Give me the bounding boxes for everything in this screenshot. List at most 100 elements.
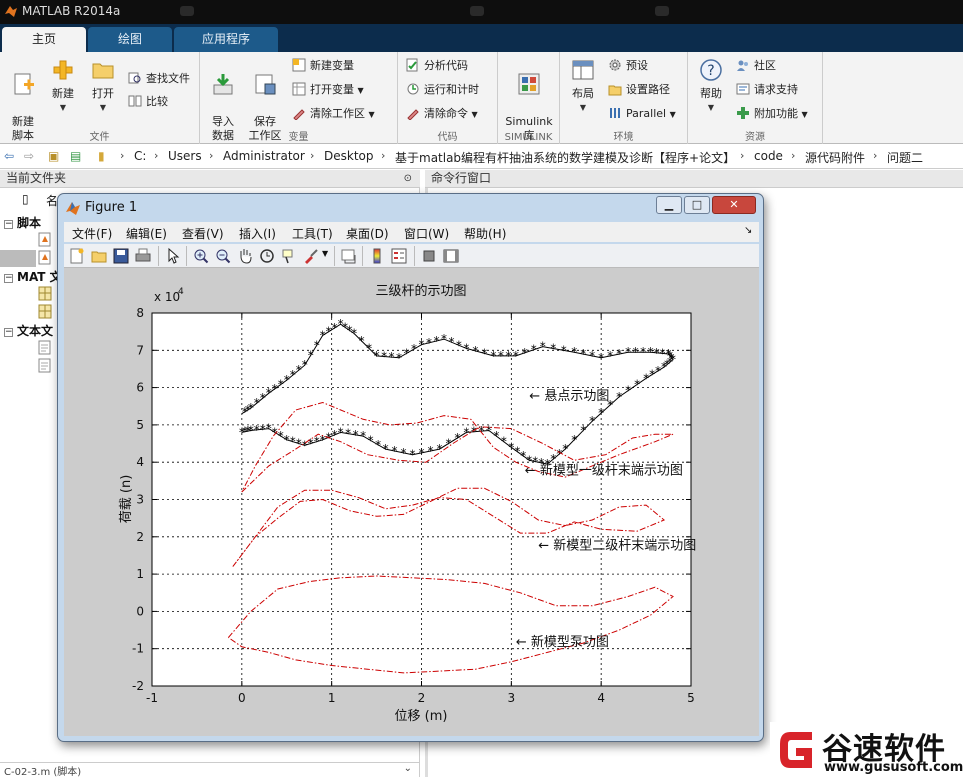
path-separator: › (791, 149, 796, 162)
script-file-icon[interactable] (38, 232, 52, 247)
text-file-icon[interactable] (38, 358, 52, 373)
path-segment-project[interactable]: 基于matlab编程有杆抽油系统的数学建模及诊断【程序+论文】 (395, 149, 735, 166)
collapse-icon[interactable]: − (4, 220, 13, 229)
collapse-icon[interactable]: − (4, 274, 13, 283)
preferences-button[interactable]: 预设 (608, 57, 648, 75)
menu-help[interactable]: 帮助(H) (464, 225, 506, 242)
ribbon-group-code: 分析代码 运行和计时 清除命令 ▼ 代码 (398, 52, 498, 144)
mat-file-icon[interactable] (38, 286, 52, 301)
find-files-button[interactable]: 查找文件 (128, 70, 190, 88)
menu-window[interactable]: 窗口(W) (404, 225, 449, 242)
menu-desktop[interactable]: 桌面(D) (346, 225, 389, 242)
star-marker: * (426, 336, 432, 350)
clear-commands-button[interactable]: 清除命令 ▼ (406, 105, 478, 123)
run-and-time-button[interactable]: 运行和计时 (406, 81, 479, 99)
help-button[interactable]: ? 帮助 ▼ (690, 57, 732, 115)
star-marker: * (374, 349, 380, 363)
script-file-icon[interactable] (38, 250, 52, 265)
path-segment-attachments[interactable]: 源代码附件 (805, 149, 865, 166)
path-segment-code[interactable]: code (754, 149, 783, 163)
legend-icon[interactable] (390, 247, 408, 265)
chevron-down-icon[interactable]: ▼ (322, 249, 328, 258)
chevron-down-icon[interactable]: ⌄ (404, 763, 412, 774)
back-arrow-icon[interactable]: ⇦ (4, 149, 14, 163)
set-path-button[interactable]: 设置路径 (608, 81, 670, 99)
star-marker: * (505, 349, 511, 363)
path-segment-administrator[interactable]: Administrator (223, 149, 305, 163)
star-marker: * (338, 317, 344, 331)
menu-insert[interactable]: 插入(I) (239, 225, 276, 242)
minimize-button[interactable]: ▁ (656, 196, 682, 214)
link-plot-icon[interactable] (340, 247, 358, 265)
close-button[interactable]: ✕ (712, 196, 756, 214)
mat-file-icon[interactable] (38, 304, 52, 319)
print-icon[interactable] (134, 247, 152, 265)
brush-icon[interactable] (302, 247, 320, 265)
simulink-library-button[interactable]: Simulink 库 (504, 57, 554, 143)
dock-icon[interactable]: ↘ (744, 225, 752, 236)
selected-row-highlight (0, 250, 36, 267)
save-icon[interactable] (112, 247, 130, 265)
path-separator: › (381, 149, 386, 162)
pointer-icon[interactable] (164, 247, 182, 265)
collapse-icon[interactable]: − (4, 328, 13, 337)
compare-button[interactable]: 比较 (128, 93, 168, 111)
titlebar-blur (180, 6, 194, 16)
maximize-button[interactable]: □ (684, 196, 710, 214)
zoom-in-icon[interactable] (192, 247, 210, 265)
gear-icon (609, 59, 621, 71)
star-marker: * (296, 363, 302, 377)
menu-tools[interactable]: 工具(T) (292, 225, 333, 242)
open-variable-button[interactable]: 打开变量 ▼ (292, 81, 364, 99)
community-button[interactable]: 社区 (736, 57, 776, 75)
panel-menu-icon[interactable]: ⊙ (404, 170, 412, 187)
tree-group-mat-files[interactable]: − MAT 文 (0, 268, 62, 286)
path-segment-problem2[interactable]: 问题二 (887, 149, 923, 166)
tab-home[interactable]: 主页 (2, 27, 86, 52)
zoom-out-icon[interactable] (214, 247, 232, 265)
request-support-button[interactable]: 请求支持 (736, 81, 798, 99)
rotate-3d-icon[interactable] (258, 247, 276, 265)
tree-group-text-files[interactable]: − 文本文 (0, 322, 53, 340)
data-cursor-icon[interactable] (280, 247, 298, 265)
addons-button[interactable]: 附加功能 ▼ (736, 105, 808, 123)
browse-folder-icon[interactable]: ▤ (70, 149, 81, 163)
path-segment-users[interactable]: Users (168, 149, 202, 163)
menu-view[interactable]: 查看(V) (182, 225, 224, 242)
layout-button[interactable]: 布局 ▼ (562, 57, 604, 115)
y-tick-label: 7 (136, 343, 144, 357)
new-variable-button[interactable]: 新建变量 (292, 57, 354, 75)
parallel-button[interactable]: Parallel ▼ (608, 105, 676, 123)
simulink-library-icon (518, 73, 540, 95)
forward-arrow-icon[interactable]: ⇨ (24, 149, 34, 163)
open-button[interactable]: 打开 ▼ (82, 57, 124, 115)
tree-group-scripts[interactable]: − 脚本 (0, 214, 41, 232)
tab-apps[interactable]: 应用程序 (174, 27, 278, 52)
group-label-file: 文件 (89, 132, 110, 143)
figure-menubar: 文件(F) 编辑(E) 查看(V) 插入(I) 工具(T) 桌面(D) 窗口(W… (64, 222, 759, 242)
colorbar-icon[interactable] (368, 247, 386, 265)
hide-plot-tools-icon[interactable] (420, 247, 438, 265)
star-marker: * (648, 345, 654, 359)
ribbon-group-file: 新建 脚本 新建 ▼ 打开 ▼ 查找文件 比较 文件 (0, 52, 200, 144)
up-folder-icon[interactable]: ▣ (48, 149, 59, 163)
open-file-icon[interactable] (90, 247, 108, 265)
path-segment-drive[interactable]: C: (134, 149, 146, 163)
plot-svg[interactable]: 三级杆的示功图 x 10 4 -1 0 1 2 3 4 5-2-1012345678 ***… (64, 268, 759, 736)
new-button[interactable]: 新建 ▼ (42, 57, 84, 115)
new-figure-icon[interactable] (68, 247, 86, 265)
path-segment-desktop[interactable]: Desktop (324, 149, 374, 163)
clear-workspace-button[interactable]: 清除工作区 ▼ (292, 105, 375, 123)
menu-file[interactable]: 文件(F) (72, 225, 112, 242)
ribbon-tabbar: 主页 绘图 应用程序 (0, 24, 963, 52)
tab-plots[interactable]: 绘图 (88, 27, 172, 52)
star-marker: * (625, 345, 631, 359)
figure-canvas[interactable]: 三级杆的示功图 x 10 4 -1 0 1 2 3 4 5 -2 -1 0 1 2 3 4 5 6 7 8 * * *… (64, 268, 759, 736)
pan-hand-icon[interactable] (236, 247, 254, 265)
new-variable-label: 新建变量 (310, 59, 354, 72)
menu-edit[interactable]: 编辑(E) (126, 225, 167, 242)
text-file-icon[interactable] (38, 340, 52, 355)
y-tick-label: -2 (132, 679, 144, 693)
show-plot-tools-icon[interactable] (442, 247, 460, 265)
analyze-code-button[interactable]: 分析代码 (406, 57, 468, 75)
